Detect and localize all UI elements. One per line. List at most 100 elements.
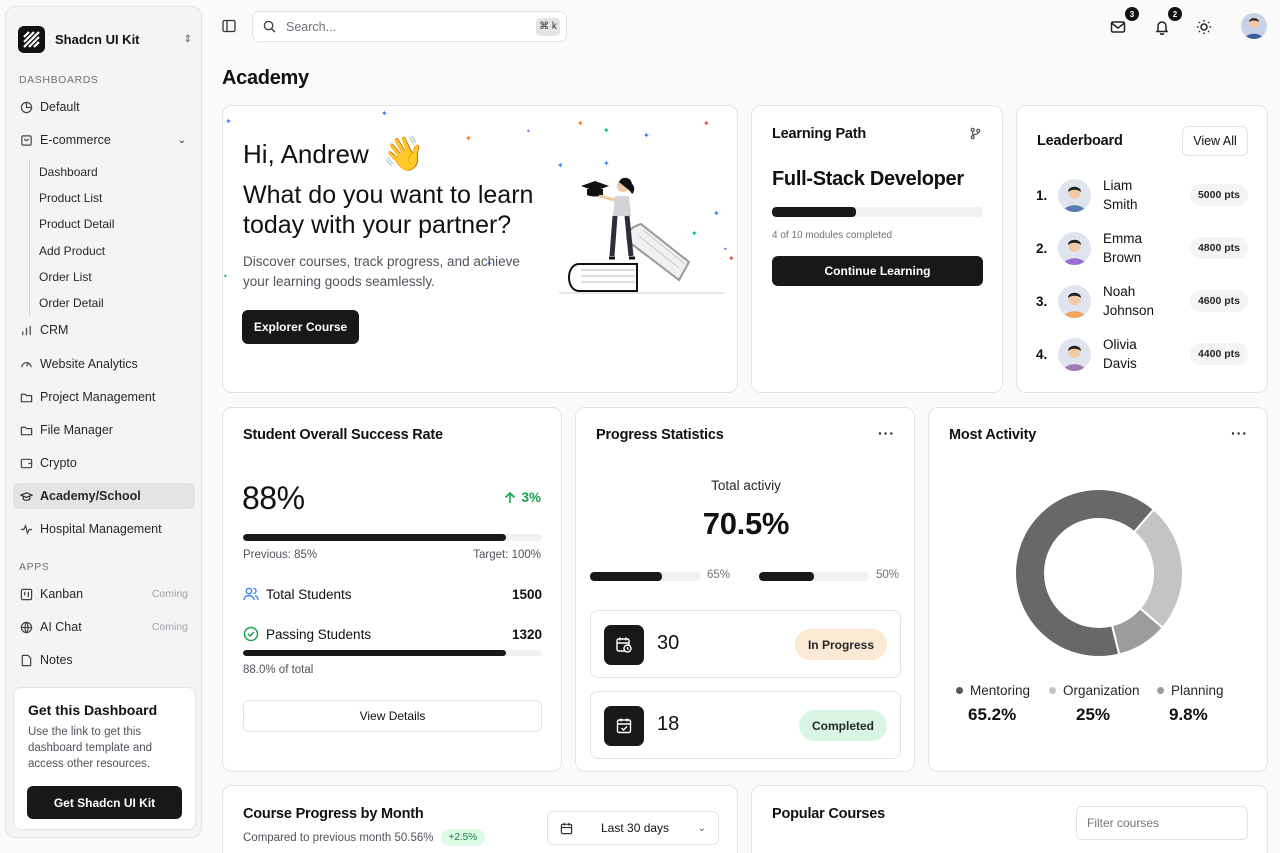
shopping-bag-icon [20,134,33,147]
note-icon [20,654,33,667]
activity-bar-2-fill [759,572,814,581]
sidebar: Shadcn UI Kit ⇕ DASHBOARDS Default E-com… [5,6,202,838]
mail-badge: 3 [1125,7,1139,21]
sidebar-item-label: Website Analytics [40,357,138,371]
sidebar-item-academy[interactable]: Academy/School [13,483,195,509]
legend-label: Mentoring [970,683,1031,698]
success-rate-value: 88% [242,480,305,516]
sidebar-item-label: E-commerce [40,133,111,147]
progress-statistics-card: Progress Statistics ··· Total activiy 70… [575,407,915,772]
sidebar-subitem-product-detail[interactable]: Product Detail [39,217,114,231]
sidebar-item-kanban[interactable]: Kanban Coming [13,581,195,607]
git-branch-icon [970,127,981,140]
greeting-text: Hi, Andrew [243,138,369,169]
sidebar-item-default[interactable]: Default [13,94,195,120]
student-books-illustration [559,177,724,294]
mail-button[interactable] [1107,16,1129,38]
sidebar-item-file-manager[interactable]: File Manager [13,417,195,443]
calendar-clock-icon [604,625,644,665]
search-bar[interactable]: ⌘ k [252,11,567,42]
user-avatar[interactable] [1241,13,1267,39]
date-range-value: Last 30 days [601,821,670,835]
legend-planning: Planning [1157,683,1224,698]
leaderboard-name: Liam Smith [1103,176,1190,214]
leaderboard-avatar [1058,284,1091,318]
learning-path-card: Learning Path Full-Stack Developer 4 of … [751,105,1003,393]
brand-switcher[interactable]: Shadcn UI Kit ⇕ [18,21,192,57]
search-input[interactable] [286,19,536,34]
leaderboard-points: 5000 pts [1189,184,1248,206]
sidebar-item-crm[interactable]: CRM [13,317,195,343]
date-range-select[interactable]: Last 30 days ⌄ [547,811,719,845]
total-students-row: Total Students 1500 [243,586,542,602]
leaderboard-row: 3. Noah Johnson 4600 pts [1036,279,1248,323]
leaderboard-avatar [1058,337,1091,371]
sidebar-subitem-dashboard[interactable]: Dashboard [39,165,98,179]
svg-text:✦: ✦ [728,254,735,263]
continue-learning-button[interactable]: Continue Learning [772,256,983,286]
graduation-cap-icon [20,490,33,503]
leaderboard-rank: 3. [1036,293,1048,309]
success-rate-change: 3% [504,490,541,505]
sidebar-subitem-order-list[interactable]: Order List [39,270,92,284]
target-rate: Target: 100% [473,549,541,561]
sidebar-item-ai-chat[interactable]: AI Chat Coming [13,614,195,640]
success-change-text: 3% [521,490,541,505]
wallet-icon [20,457,33,470]
success-rate-fill [243,534,507,541]
passing-of-total: 88.0% of total [243,664,314,676]
sidebar-item-label: File Manager [40,423,113,437]
page-title: Academy [222,67,309,89]
welcome-subtext: Discover courses, track progress, and ac… [243,254,520,289]
svg-text:✦: ✦ [703,119,710,128]
progress-statistics-title: Progress Statistics [596,427,724,443]
sidebar-item-notes[interactable]: Notes [13,647,195,673]
sidebar-toggle-button[interactable] [220,17,238,35]
leaderboard-last-name: Smith [1103,197,1138,212]
svg-text:•: • [223,272,228,281]
sidebar-subitem-add-product[interactable]: Add Product [39,244,105,258]
legend-value-mentoring: 65.2% [968,705,1017,724]
theme-toggle-button[interactable] [1193,16,1215,38]
submenu-line [29,159,30,317]
leaderboard-first-name: Emma [1103,231,1143,246]
leaderboard-first-name: Liam [1103,178,1133,193]
sidebar-item-website-analytics[interactable]: Website Analytics [13,351,195,377]
sidebar-item-crypto[interactable]: Crypto [13,450,195,476]
sidebar-item-label: Notes [40,653,73,667]
sidebar-item-label: Project Management [40,390,156,404]
filter-courses-input[interactable] [1076,806,1248,840]
leaderboard-name: Noah Johnson [1103,282,1190,320]
passing-students-value: 1320 [511,626,542,642]
panel-left-icon [222,19,236,33]
sidebar-subitem-order-detail[interactable]: Order Detail [39,296,104,310]
learning-progress-bar [772,207,983,217]
svg-text:✦: ✦ [557,161,564,170]
view-details-button[interactable]: View Details [243,700,542,732]
explorer-course-button[interactable]: Explorer Course [242,310,359,344]
in-progress-pill: In Progress [794,629,887,660]
passing-students-label: Passing Students [266,626,372,642]
more-options-button[interactable]: ··· [878,425,895,441]
leaderboard-points: 4800 pts [1189,237,1248,259]
sidebar-subitem-product-list[interactable]: Product List [39,191,102,205]
leaderboard-name: Olivia Davis [1103,335,1190,373]
activity-bar-1-label: 65% [707,569,731,581]
sidebar-item-label: Academy/School [40,489,141,503]
leaderboard-last-name: Davis [1103,356,1137,371]
activity-bar-2-label: 50% [876,569,900,581]
view-all-button[interactable]: View All [1182,126,1248,156]
globe-icon [20,621,33,634]
leaderboard-points: 4600 pts [1189,290,1248,312]
sidebar-item-hospital[interactable]: Hospital Management [13,516,195,542]
in-progress-stat: 30 In Progress [590,610,901,678]
leaderboard-last-name: Brown [1103,250,1142,265]
leaderboard-title: Leaderboard [1037,133,1123,149]
leaderboard-first-name: Noah [1103,284,1136,299]
sidebar-item-ecommerce[interactable]: E-commerce ⌄ [13,127,195,153]
course-progress-title: Course Progress by Month [243,806,424,822]
get-kit-button[interactable]: Get Shadcn UI Kit [27,786,182,819]
sidebar-item-project-management[interactable]: Project Management [13,384,195,410]
bell-icon [1155,21,1169,35]
sidebar-item-label: Hospital Management [40,522,162,536]
